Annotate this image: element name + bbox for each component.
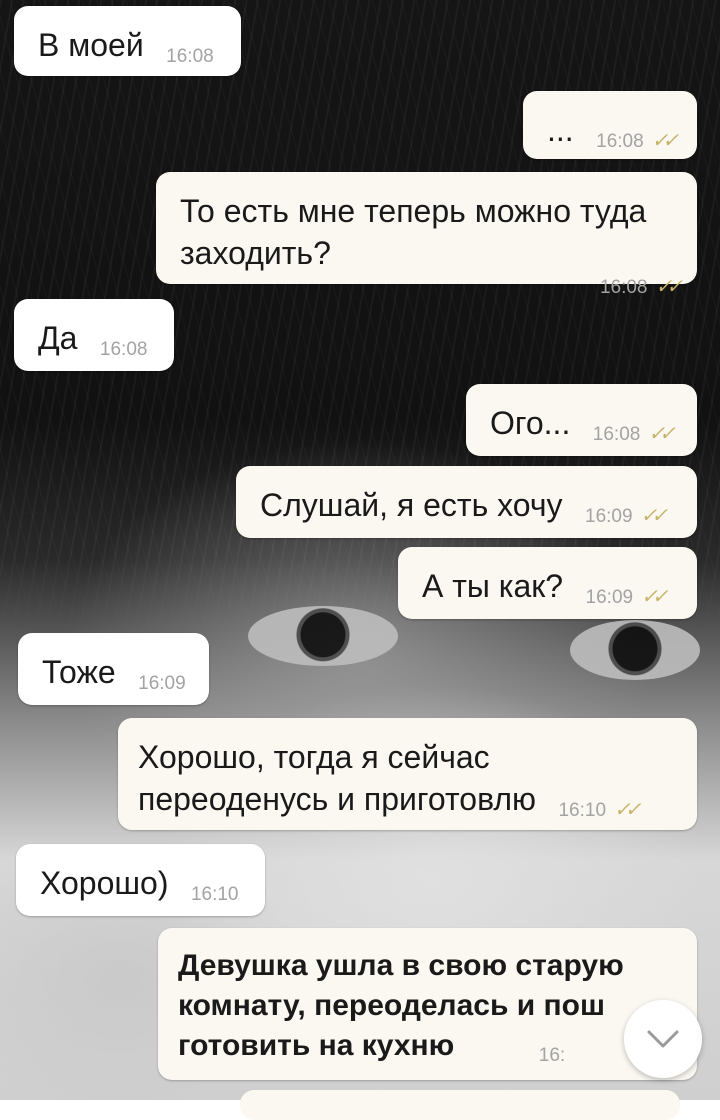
message-text: Тоже (42, 654, 116, 690)
message-time: 16:08 (596, 131, 644, 152)
message-outgoing[interactable]: То есть мне теперь можно туда заходить? … (156, 172, 697, 298)
message-time: 16:08 (166, 46, 214, 67)
message-outgoing[interactable]: Девушка ушла в свою старую комнату, пере… (158, 928, 697, 1080)
message-time: 16:09 (585, 506, 633, 527)
message-outgoing[interactable]: А ты как? 16:09 ✓✓ (398, 547, 697, 619)
message-time: 16: (538, 1045, 566, 1066)
message-time: 16:08 (99, 339, 148, 360)
message-text: Да (38, 320, 78, 356)
message-text: То есть мне теперь можно туда заходить? (180, 193, 647, 271)
message-incoming[interactable]: Да 16:08 (14, 299, 174, 371)
message-text: Хорошо) (40, 865, 169, 901)
message-text: Ого... (490, 405, 571, 441)
message-meta: 16:10 ✓✓ (558, 797, 641, 822)
message-meta: 16:08 ✓✓ (180, 274, 683, 299)
message-time: 16:10 (558, 800, 607, 821)
message-incoming[interactable]: Хорошо) 16:10 (16, 844, 265, 916)
message-text-line2: готовить на кухню (178, 1029, 455, 1062)
double-check-icon: ✓✓ (641, 586, 668, 608)
message-text: Слушай, я есть хочу (260, 487, 563, 523)
message-time: 16:09 (138, 673, 186, 694)
message-text: В моей (38, 27, 144, 63)
message-meta: 16:08 ✓✓ (592, 421, 676, 446)
message-text: ... (547, 112, 574, 148)
message-meta: 16:08 ✓✓ (596, 128, 679, 153)
message-text: А ты как? (422, 568, 564, 604)
message-meta: 16:09 ✓✓ (585, 503, 668, 528)
message-outgoing[interactable]: ... 16:08 ✓✓ (523, 91, 697, 159)
scroll-to-bottom-button[interactable] (624, 1000, 702, 1078)
message-time: 16:09 (585, 587, 634, 608)
chevron-down-icon (647, 1030, 679, 1048)
message-time: 16:08 (592, 424, 641, 445)
double-check-icon: ✓✓ (648, 423, 675, 445)
message-time: 16:08 (599, 277, 648, 298)
message-meta: 16:09 ✓✓ (585, 584, 669, 609)
message-text: Хорошо, тогда я сейчас переоденусь и при… (138, 739, 537, 817)
message-outgoing[interactable]: Ого... 16:08 ✓✓ (466, 384, 697, 456)
double-check-icon: ✓✓ (614, 799, 641, 821)
double-check-icon: ✓✓ (655, 276, 682, 298)
next-message-partial (240, 1090, 680, 1120)
message-list[interactable]: В моей 16:08 ... 16:08 ✓✓ То есть мне теп… (0, 0, 720, 1120)
double-check-icon: ✓✓ (651, 130, 679, 152)
message-text: Девушка ушла в свою старую комнату, пере… (178, 949, 624, 1022)
message-incoming[interactable]: Тоже 16:09 (18, 633, 209, 705)
double-check-icon: ✓✓ (640, 505, 668, 527)
message-time: 16:10 (190, 884, 239, 905)
message-outgoing[interactable]: Хорошо, тогда я сейчас переоденусь и при… (118, 718, 697, 830)
message-outgoing[interactable]: Слушай, я есть хочу 16:09 ✓✓ (236, 466, 697, 538)
message-incoming[interactable]: В моей 16:08 (14, 6, 241, 76)
